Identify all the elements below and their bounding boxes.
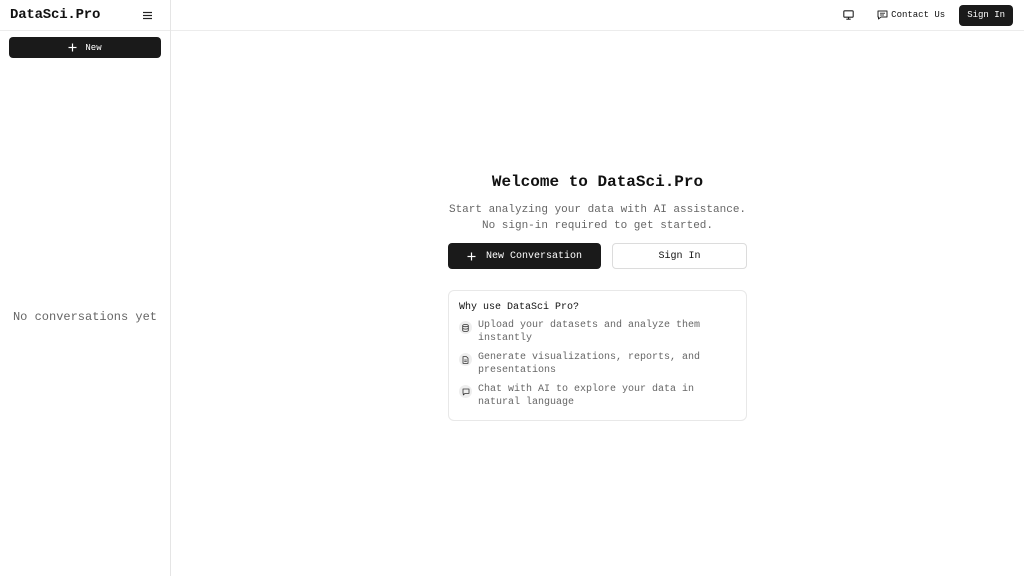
welcome-section: Welcome to DataSci.Pro Start analyzing y… <box>448 172 747 421</box>
feature-item: Generate visualizations, reports, and pr… <box>459 351 736 377</box>
topbar: Contact Us Sign In <box>171 0 1024 31</box>
feature-text: Generate visualizations, reports, and pr… <box>478 352 701 376</box>
plus-icon <box>467 252 476 261</box>
new-conversation-sidebar-button[interactable]: New <box>9 37 161 58</box>
feature-item: Chat with AI to explore your data in nat… <box>459 383 736 409</box>
monitor-icon[interactable] <box>839 6 857 24</box>
why-card: Why use DataSci Pro? Upload your dataset… <box>448 290 747 421</box>
contact-us-label: Contact Us <box>891 10 946 20</box>
welcome-subtitle-line1: Start analyzing your data with AI assist… <box>448 204 747 216</box>
message-icon <box>877 10 888 20</box>
app-root: DataSci.Pro New No conversations yet Con… <box>0 0 1024 576</box>
sign-in-button[interactable]: Sign In <box>612 243 747 269</box>
main-content: Welcome to DataSci.Pro Start analyzing y… <box>171 31 1024 576</box>
feature-text: Chat with AI to explore your data in nat… <box>478 384 695 408</box>
new-conversation-label: New Conversation <box>485 250 582 262</box>
plus-icon <box>68 43 77 52</box>
sign-in-header-button[interactable]: Sign In <box>959 4 1013 26</box>
sidebar: DataSci.Pro New No conversations yet <box>0 0 171 576</box>
empty-conversations-text: No conversations yet <box>12 310 158 324</box>
feature-text: Upload your datasets and analyze them in… <box>478 320 701 344</box>
welcome-subtitle: Start analyzing your data with AI assist… <box>448 202 747 234</box>
contact-us-button[interactable]: Contact Us <box>877 10 945 20</box>
hamburger-menu-icon[interactable] <box>138 6 156 24</box>
welcome-actions: New Conversation Sign In <box>448 243 747 269</box>
feature-item: Upload your datasets and analyze them in… <box>459 319 736 345</box>
database-icon <box>459 321 472 334</box>
sidebar-header: DataSci.Pro <box>0 0 170 31</box>
why-title: Why use DataSci Pro? <box>459 302 580 313</box>
main-panel: Contact Us Sign In Welcome to DataSci.Pr… <box>171 0 1024 576</box>
new-conversation-button[interactable]: New Conversation <box>448 243 601 269</box>
brand-logo: DataSci.Pro <box>10 7 101 23</box>
new-button-label: New <box>85 42 102 53</box>
chat-icon <box>459 385 472 398</box>
welcome-subtitle-line2: No sign-in required to get started. <box>481 220 714 232</box>
document-icon <box>459 353 472 366</box>
page-title: Welcome to DataSci.Pro <box>491 173 704 191</box>
